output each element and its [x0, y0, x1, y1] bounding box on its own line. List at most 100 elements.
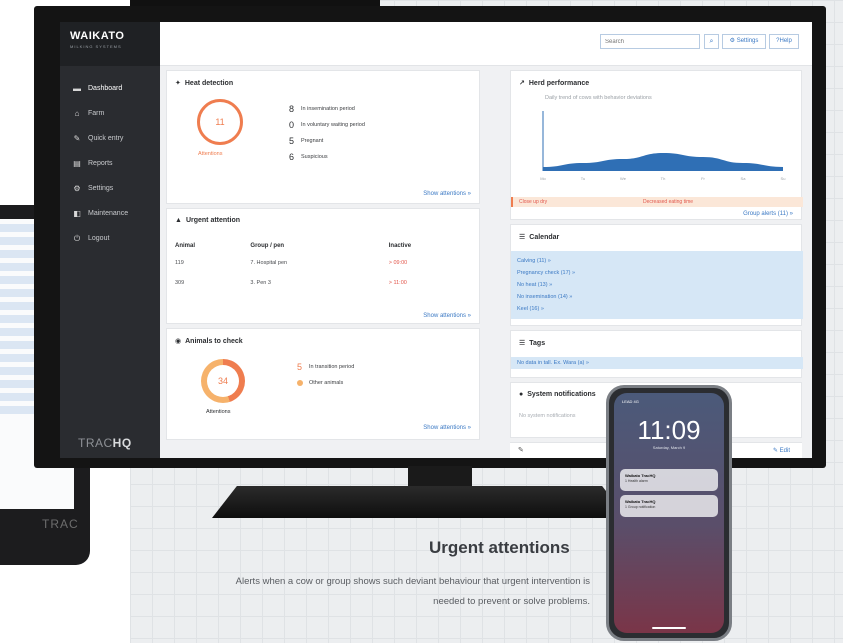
herd-performance-card: ↗ Herd performance Daily trend of cows wi… — [510, 70, 803, 220]
help-button[interactable]: ?Help — [769, 34, 799, 49]
table-row[interactable]: 309 3. Pen 3 > 11:00 — [175, 273, 473, 293]
alert-right-text: Decreased eating time — [643, 199, 694, 205]
card-title: ☰ Tags — [519, 340, 546, 347]
calendar-card: ☰ Calendar Calving (11) » Pregnancy check… — [510, 224, 803, 326]
x-tick-label: Th — [661, 176, 666, 181]
brand-logo[interactable]: WAIKATO MILKING SYSTEMS — [60, 22, 160, 66]
x-tick-label: We — [620, 176, 627, 181]
tag-row[interactable]: No data in tall. Ex. Wara (a) » — [511, 357, 803, 369]
tags-icon: ☰ — [519, 340, 526, 347]
x-tick-label: Mo — [540, 176, 546, 181]
heat-count-ring[interactable]: 11 — [197, 99, 243, 145]
empty-state: No system notifications — [519, 413, 576, 419]
reports-icon: ▤ — [73, 159, 81, 168]
sidebar-item-reports[interactable]: ▤ Reports — [60, 151, 160, 176]
list-item[interactable]: Pregnancy check (17) » — [517, 267, 797, 279]
card-title: ☰ Calendar — [519, 234, 560, 241]
search-input[interactable] — [600, 34, 700, 49]
notification[interactable]: Waikato TracHQ 1 Group notification — [620, 495, 718, 517]
chart-subtitle: Daily trend of cows with behavior deviat… — [545, 95, 652, 101]
sidebar-item-maintenance[interactable]: ◧ Maintenance — [60, 201, 160, 226]
column-header: Group / pen — [250, 243, 285, 249]
sidebar-nav: ▬ Dashboard ⌂ Farm ✎ Quick entry ▤ Reports ⚙… — [60, 76, 160, 251]
phone-lock-screen: LEAD 4G 11:09 Saturday, March 9 Waikato … — [614, 393, 724, 633]
sidebar-item-settings[interactable]: ⚙ Settings — [60, 176, 160, 201]
legend-dot — [297, 380, 303, 386]
heat-icon: ✦ — [175, 80, 181, 87]
chart-icon: ↗ — [519, 80, 525, 87]
table-row[interactable]: 119 7. Hospital pen > 09:00 — [175, 253, 473, 273]
x-tick-label: Tu — [581, 176, 586, 181]
phone-date: Saturday, March 9 — [652, 445, 686, 450]
tags-card: ☰ Tags No data in tall. Ex. Wara (a) » — [510, 330, 803, 378]
x-tick-label: Fr — [701, 176, 705, 181]
heat-count-label: Attentions — [198, 151, 223, 157]
heat-detection-card: ✦ Heat detection 11 Attentions 8 In insemi… — [166, 70, 480, 204]
stat-item[interactable]: 6 Suspicious — [289, 149, 365, 165]
calendar-list: Calving (11) » Pregnancy check (17) » No… — [511, 251, 803, 319]
warning-icon: ▲ — [175, 217, 182, 224]
list-item[interactable]: Calving (11) » — [517, 255, 797, 267]
monitor-stand-base — [212, 486, 627, 518]
show-attentions-link[interactable]: Show attentions » — [423, 191, 471, 197]
list-item[interactable]: No heat (13) » — [517, 279, 797, 291]
card-title: ▲ Urgent attention — [175, 217, 240, 224]
brand-name: WAIKATO — [70, 30, 125, 42]
bell-icon: ● — [519, 391, 524, 398]
search-icon: ⌕ — [709, 38, 714, 45]
dashboard-icon: ▬ — [73, 84, 81, 93]
notification[interactable]: Waikato TracHQ 1 Health alarm — [620, 469, 718, 491]
show-attentions-link[interactable]: Show attentions » — [423, 425, 471, 431]
show-attentions-link[interactable]: Show attentions » — [423, 313, 471, 319]
card-title: ◉ Animals to check — [175, 338, 243, 345]
edit-icon: ✎ — [73, 134, 81, 143]
phone-device: LEAD 4G 11:09 Saturday, March 9 Waikato … — [606, 385, 732, 641]
settings-button[interactable]: ⚙ Settings — [722, 34, 766, 49]
urgent-table: Animal Group / pen Inactive 119 7. Hospi… — [175, 239, 473, 293]
eye-icon: ◉ — [175, 338, 182, 345]
logout-icon: ⏻ — [73, 233, 81, 243]
settings-icon: ⚙ — [73, 184, 81, 193]
calendar-icon: ☰ — [519, 234, 526, 241]
animals-to-check-card: ◉ Animals to check 34 Attentions 5 In tran… — [166, 328, 480, 440]
herd-chart: Mo Tu We Th Fr Sa Su — [540, 111, 786, 181]
x-tick-label: Su — [781, 176, 786, 181]
gear-icon: ⚙ — [729, 38, 736, 44]
check-stats: 5 In transition period Other animals — [297, 359, 354, 391]
stat-item[interactable]: 0 In voluntary waiting period — [289, 117, 365, 133]
x-tick-label: Sa — [741, 176, 747, 181]
stat-item[interactable]: 5 Pregnant — [289, 133, 365, 149]
caption-title: Urgent attentions — [429, 538, 570, 557]
sidebar: WAIKATO MILKING SYSTEMS ▬ Dashboard ⌂ Farm… — [60, 22, 160, 458]
caption-text: Alerts when a cow or group shows such de… — [235, 576, 590, 607]
edit-link[interactable]: ✎ Edit — [773, 447, 790, 454]
product-logo: TRACHQ — [78, 436, 132, 450]
stat-item[interactable]: 8 In insemination period — [289, 101, 365, 117]
alert-bar[interactable]: Close up dry Decreased eating time — [511, 197, 803, 207]
alert-left-text: Close up dry — [519, 199, 548, 205]
pencil-icon: ✎ — [772, 448, 778, 454]
attachment-icon[interactable]: ✎ — [518, 446, 524, 454]
tablet-logo: TRAC — [42, 517, 79, 531]
brand-subtitle: MILKING SYSTEMS — [70, 44, 122, 49]
sidebar-item-quick-entry[interactable]: ✎ Quick entry — [60, 126, 160, 151]
phone-time: 11:09 — [637, 415, 701, 445]
list-item[interactable]: Keel (16) » — [517, 303, 797, 315]
group-alerts-link[interactable]: Group alerts (11) » — [743, 211, 793, 217]
sidebar-item-dashboard[interactable]: ▬ Dashboard — [60, 76, 160, 101]
card-title: ✦ Heat detection — [175, 80, 234, 87]
home-indicator[interactable] — [652, 627, 686, 629]
list-item[interactable]: No insemination (14) » — [517, 291, 797, 303]
topbar: ⌕ ⚙ Settings ?Help — [160, 22, 812, 66]
card-title: ● System notifications — [519, 391, 596, 398]
search-button[interactable]: ⌕ — [704, 34, 719, 49]
stat-item[interactable]: Other animals — [297, 375, 354, 391]
urgent-attention-card: ▲ Urgent attention Animal Group / pen Ina… — [166, 208, 480, 324]
check-count: 34 — [217, 376, 228, 386]
stat-item[interactable]: 5 In transition period — [297, 359, 354, 375]
sidebar-item-logout[interactable]: ⏻ Logout — [60, 226, 160, 251]
sidebar-item-farm[interactable]: ⌂ Farm — [60, 101, 160, 126]
maintenance-icon: ◧ — [73, 209, 81, 218]
home-icon: ⌂ — [74, 109, 80, 118]
series-area — [543, 153, 783, 171]
